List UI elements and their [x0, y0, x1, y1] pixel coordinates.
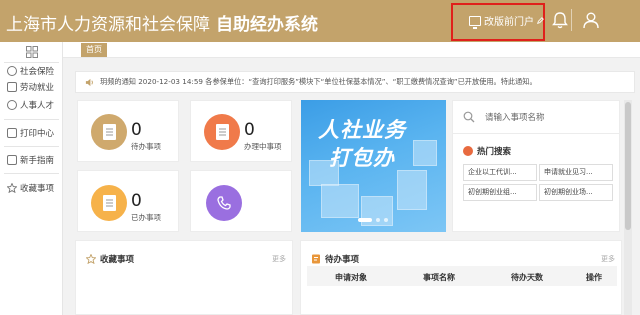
favorites-title: 收藏事项 [86, 253, 134, 265]
sidebar-item-label: 新手指南 [20, 156, 55, 166]
stat-value: 0 [131, 191, 142, 211]
sidebar-divider [4, 146, 59, 147]
banner-block [413, 140, 437, 166]
todo-more-link[interactable]: 更多 [601, 254, 615, 264]
todo-title-text: 待办事项 [325, 255, 360, 265]
sidebar-item-label: 收藏事项 [20, 184, 55, 194]
sidebar-item-personnel[interactable]: 人事人才 [0, 98, 63, 112]
todo-doc-icon [91, 114, 127, 150]
tab-bar: 首页 [63, 42, 640, 58]
stat-label: 待办事项 [131, 142, 161, 151]
app-title-sub: 自助经办系统 [216, 15, 318, 35]
old-portal-link[interactable]: 改版前门户 [469, 13, 544, 29]
todo-title: 待办事项 [311, 253, 359, 265]
stat-card-phone[interactable] [190, 170, 292, 232]
sidebar-divider [4, 173, 59, 174]
promo-banner[interactable]: 人社业务 打包办 [301, 100, 446, 232]
favorites-more-link[interactable]: 更多 [272, 254, 286, 264]
favorites-panel: 收藏事项 更多 [75, 240, 293, 315]
search-panel: 请输入事项名称 热门搜索 企业以工代训... 申请就业见习... 初创期创业组.… [452, 100, 620, 232]
hot-search-chip[interactable]: 申请就业见习... [539, 164, 613, 181]
banner-line1: 人社业务 [318, 118, 406, 142]
column-header-applicant: 申请对象 [335, 273, 367, 282]
scrollbar-thumb[interactable] [625, 102, 631, 230]
search-input[interactable]: 请输入事项名称 [453, 101, 619, 134]
hot-search-chip[interactable]: 初创期创业场... [539, 184, 613, 201]
fire-icon [463, 146, 473, 156]
banner-line2: 打包办 [329, 146, 395, 170]
column-header-action: 操作 [586, 273, 602, 282]
stat-card-todo[interactable]: 0 待办事项 [77, 100, 179, 162]
column-header-item-name: 事项名称 [423, 273, 455, 282]
header: 上海市人力资源和社会保障 自助经办系统 改版前门户 [0, 0, 640, 42]
search-icon [463, 111, 475, 123]
banner-block [397, 170, 427, 210]
hot-search-title: 热门搜索 [463, 145, 511, 157]
sidebar-item-label: 打印中心 [20, 129, 55, 139]
person-icon [7, 100, 17, 110]
hot-search-chip[interactable]: 初创期创业组... [463, 184, 537, 201]
sidebar-item-label: 人事人才 [20, 101, 55, 111]
sidebar: 社会保险 劳动就业 人事人才 打印中心 新手指南 收藏事项 [0, 42, 63, 315]
done-doc-icon [91, 185, 127, 221]
stat-label: 办理中事项 [244, 142, 282, 151]
sidebar-divider [4, 62, 59, 63]
bell-icon[interactable] [550, 10, 570, 30]
favorites-title-text: 收藏事项 [100, 255, 135, 265]
banner-block [321, 184, 359, 218]
sidebar-item-label: 社会保险 [20, 67, 55, 77]
sidebar-item-label: 劳动就业 [20, 83, 55, 93]
stat-value: 0 [244, 120, 255, 140]
phone-icon [206, 185, 242, 221]
hot-search-label: 热门搜索 [477, 147, 512, 157]
sidebar-item-print-center[interactable]: 打印中心 [0, 126, 63, 140]
sidebar-divider [4, 119, 59, 120]
carousel-dot[interactable] [376, 218, 380, 222]
in-progress-doc-icon [204, 114, 240, 150]
carousel-dot[interactable] [384, 218, 388, 222]
sidebar-item-employment[interactable]: 劳动就业 [0, 80, 63, 94]
todo-list-icon [312, 254, 320, 264]
column-header-pending-days: 待办天数 [511, 273, 543, 282]
carousel-dot-active[interactable] [358, 218, 372, 222]
notice-text: 玥频的通知 2020-12-03 14:59 各参保单位：“查询打印服务”模块下… [100, 77, 537, 86]
guide-icon [7, 155, 17, 165]
notice-bar[interactable]: 玥频的通知 2020-12-03 14:59 各参保单位：“查询打印服务”模块下… [75, 71, 635, 93]
header-divider [571, 9, 572, 31]
app-title: 上海市人力资源和社会保障 自助经办系统 [6, 10, 318, 35]
stat-card-in-progress[interactable]: 0 办理中事项 [190, 100, 292, 162]
star-icon [86, 254, 96, 264]
stat-value: 0 [131, 120, 142, 140]
app-title-main: 上海市人力资源和社会保障 [6, 15, 210, 35]
sidebar-item-guide[interactable]: 新手指南 [0, 153, 63, 167]
old-portal-label: 改版前门户 [484, 17, 534, 28]
shield-icon [7, 66, 17, 76]
star-icon [7, 183, 17, 193]
grid-icon[interactable] [26, 46, 38, 58]
monitor-icon [469, 15, 481, 29]
sidebar-item-social-insurance[interactable]: 社会保险 [0, 64, 63, 78]
sidebar-item-favorites[interactable]: 收藏事项 [0, 181, 63, 195]
todo-panel: 待办事项 更多 申请对象 事项名称 待办天数 操作 [300, 240, 622, 315]
speaker-icon [85, 78, 93, 86]
printer-icon [7, 128, 17, 138]
hot-search-chip[interactable]: 企业以工代训... [463, 164, 537, 181]
stat-label: 已办事项 [131, 213, 161, 222]
tab-home[interactable]: 首页 [81, 43, 107, 57]
stat-card-done[interactable]: 0 已办事项 [77, 170, 179, 232]
search-placeholder: 请输入事项名称 [485, 113, 545, 123]
user-icon[interactable] [581, 10, 601, 30]
briefcase-icon [7, 82, 17, 92]
edit-icon [537, 17, 544, 24]
